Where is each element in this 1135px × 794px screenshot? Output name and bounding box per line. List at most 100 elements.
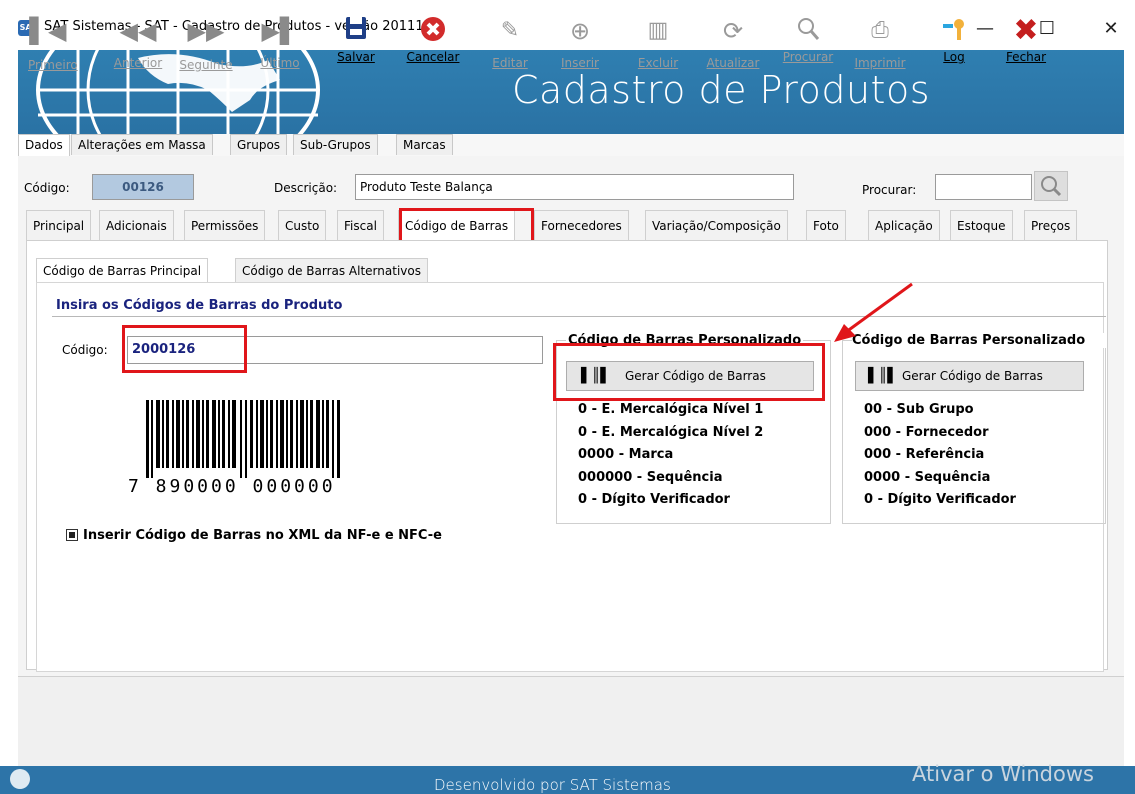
save-icon [334, 14, 378, 48]
anterior-label: Anterior [113, 56, 163, 70]
info-line: 0 - Dígito Verificador [864, 492, 1016, 507]
tab-aplicacao[interactable]: Aplicação [868, 210, 940, 240]
search-button[interactable] [1034, 171, 1068, 201]
checkbox-check-icon [69, 532, 75, 538]
globe-icon [10, 769, 30, 789]
procurar-button[interactable]: Procurar [776, 14, 840, 64]
log-icon [936, 14, 972, 48]
descricao-label: Descrição: [274, 181, 338, 195]
codigo-field[interactable]: 00126 [92, 174, 194, 200]
xml-checkbox-label: Inserir Código de Barras no XML da NF-e … [83, 528, 442, 543]
gerar-codigo-button-2[interactable]: ▌║▌ Gerar Código de Barras [855, 361, 1084, 391]
procurar-input[interactable] [935, 174, 1032, 200]
xml-checkbox[interactable] [66, 529, 78, 541]
delete-icon: ▥ [647, 18, 669, 43]
tab-foto[interactable]: Foto [806, 210, 846, 240]
highlight-gerar-codigo [553, 343, 825, 401]
previous-icon: ◀◀ [119, 17, 157, 45]
tab-sub-grupos[interactable]: Sub-Grupos [293, 134, 378, 155]
next-icon: ▶▶ [187, 17, 225, 45]
seguinte-button[interactable]: ▶▶ Seguinte [176, 14, 236, 72]
info-line: 00 - Sub Grupo [864, 402, 974, 417]
banner-title: Cadastro de Produtos [511, 68, 930, 112]
salvar-label: Salvar [337, 50, 375, 64]
tab-grupos[interactable]: Grupos [230, 134, 288, 155]
custom-panel-1-lines: 0 - E. Mercalógica Nível 1 0 - E. Mercal… [578, 399, 763, 512]
info-line: 0 - E. Mercalógica Nível 2 [578, 424, 764, 440]
tab-dados[interactable]: Dados [18, 134, 70, 157]
salvar-button[interactable]: Salvar [334, 14, 378, 64]
bottom-toolbar [18, 676, 1124, 767]
cancelar-button[interactable]: Cancelar [398, 14, 468, 64]
edit-icon: ✎ [500, 18, 520, 43]
editar-button[interactable]: ✎ Editar [490, 14, 530, 70]
tab-adicionais[interactable]: Adicionais [99, 210, 174, 240]
imprimir-label: Imprimir [854, 56, 906, 70]
info-line: 0000 - Sequência [864, 469, 991, 485]
tab-fiscal[interactable]: Fiscal [337, 210, 384, 240]
barcode-codigo-label: Código: [62, 343, 108, 357]
procurar-label: Procurar: [862, 183, 917, 197]
procurar-label: Procurar [782, 50, 834, 64]
first-icon: ▌◀ [29, 17, 67, 45]
info-line: 0 - Dígito Verificador [578, 492, 730, 507]
inserir-label: Inserir [561, 56, 599, 70]
primeiro-label: Primeiro [28, 58, 78, 72]
tab-marcas[interactable]: Marcas [396, 134, 453, 155]
cancelar-label: Cancelar [406, 50, 460, 64]
section-divider [52, 316, 1106, 317]
info-line: 000 - Referência [864, 447, 985, 462]
ultimo-label: Último [260, 56, 300, 70]
window-title: SAT Sistemas - SAT - Cadastro de Produto… [44, 19, 441, 34]
barcode-icon: ▌║▌ [868, 368, 898, 384]
top-tab-bar: Dados Alterações em Massa Grupos Sub-Gru… [18, 134, 1124, 157]
descricao-input[interactable]: Produto Teste Balança [355, 174, 794, 200]
barcode-bars [146, 400, 340, 478]
log-button[interactable]: Log [936, 14, 972, 64]
last-icon: ▶▌ [261, 17, 299, 45]
info-line: 0 - E. Mercalógica Nível 1 [578, 402, 764, 417]
atualizar-button[interactable]: ⟳ Atualizar [700, 14, 766, 70]
section-title: Insira os Códigos de Barras do Produto [56, 298, 343, 313]
tab-alteracoes-em-massa[interactable]: Alterações em Massa [71, 134, 213, 155]
barcode-image: 7 890000 000000 [128, 400, 368, 500]
window-close-button[interactable]: ✕ [1088, 14, 1134, 44]
tab-permissoes[interactable]: Permissões [184, 210, 266, 240]
tab-precos[interactable]: Preços [1024, 210, 1078, 240]
tab-custo[interactable]: Custo [278, 210, 327, 240]
refresh-icon: ⟳ [722, 17, 744, 45]
fechar-label: Fechar [1005, 50, 1047, 64]
cancel-icon [398, 14, 468, 48]
log-label: Log [943, 50, 965, 64]
search-icon [1041, 176, 1062, 197]
tab-fornecedores[interactable]: Fornecedores [534, 210, 629, 240]
info-line: 0000 - Marca [578, 447, 674, 462]
tab-codigo-de-barras-principal[interactable]: Código de Barras Principal [36, 258, 209, 284]
ultimo-button[interactable]: ▶▌ Último [258, 14, 302, 70]
status-text: Desenvolvido por SAT Sistemas [434, 776, 671, 794]
insert-icon: ⊕ [569, 17, 591, 45]
info-line: 000000 - Sequência [578, 469, 723, 485]
tab-principal[interactable]: Principal [26, 210, 92, 240]
print-icon: ⎙ [871, 18, 889, 43]
info-line: 000 - Fornecedor [864, 424, 989, 440]
tab-codigo-de-barras-alternativos[interactable]: Código de Barras Alternativos [235, 258, 428, 282]
excluir-button[interactable]: ▥ Excluir [636, 14, 680, 70]
editar-label: Editar [492, 56, 528, 70]
barcode-number: 7 890000 000000 [128, 476, 336, 497]
inserir-button[interactable]: ⊕ Inserir [558, 14, 602, 70]
highlight-barcode-input [122, 325, 247, 373]
close-icon: ✖ [1013, 13, 1039, 48]
primeiro-button[interactable]: ▌◀ Primeiro [28, 14, 78, 72]
annotation-arrow-icon [834, 282, 913, 342]
tab-variacao-composicao[interactable]: Variação/Composição [645, 210, 788, 240]
tab-estoque[interactable]: Estoque [950, 210, 1013, 240]
excluir-label: Excluir [637, 56, 679, 70]
anterior-button[interactable]: ◀◀ Anterior [108, 14, 168, 70]
search-icon [776, 14, 840, 48]
imprimir-button[interactable]: ⎙ Imprimir [852, 14, 908, 70]
fechar-button[interactable]: ✖ Fechar [1004, 13, 1048, 65]
seguinte-label: Seguinte [179, 58, 233, 72]
custom-panel-2-lines: 00 - Sub Grupo 000 - Fornecedor 000 - Re… [864, 399, 1016, 512]
highlight-tab-codigo-de-barras [399, 208, 534, 244]
